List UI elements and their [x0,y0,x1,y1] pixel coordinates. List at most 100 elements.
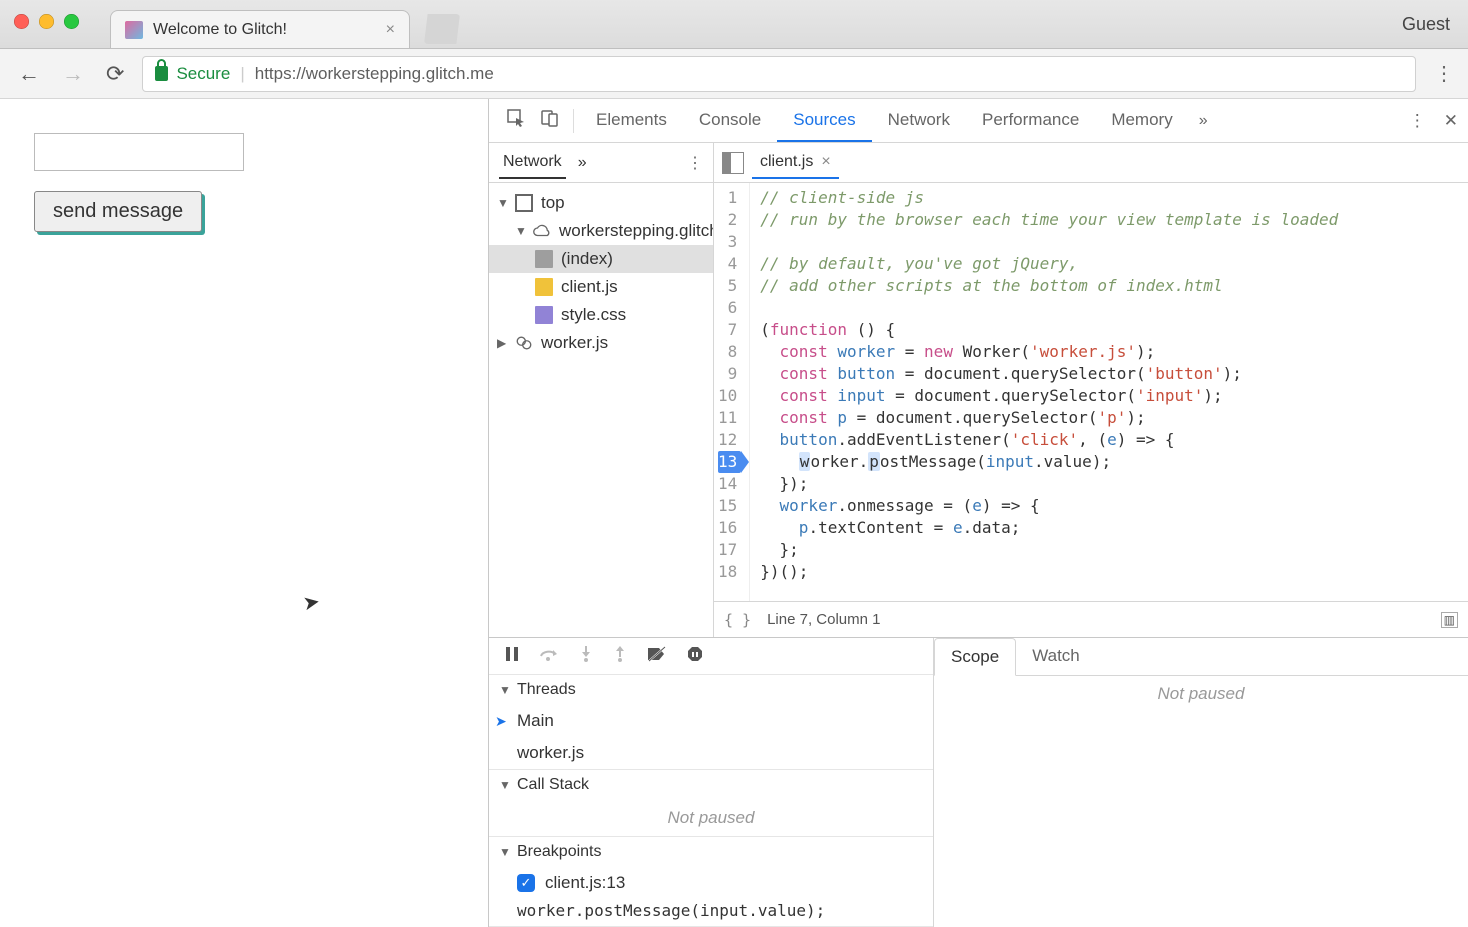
code-line[interactable] [760,297,1338,319]
disclosure-triangle-icon: ▼ [497,196,507,210]
new-tab-button[interactable] [424,14,460,44]
devtools-close-button[interactable]: ✕ [1444,111,1458,131]
watch-tab[interactable]: Watch [1016,638,1096,675]
tab-close-button[interactable]: × [386,21,395,39]
code-line[interactable]: // add other scripts at the bottom of in… [760,275,1338,297]
tree-node-worker[interactable]: ▶ worker.js [489,329,713,357]
devtools-settings-button[interactable]: ⋮ [1409,111,1426,131]
device-toolbar-button[interactable] [533,108,567,133]
devtools-tab-console[interactable]: Console [683,100,777,142]
line-number[interactable]: 8 [718,341,741,363]
step-into-button[interactable] [579,645,593,668]
send-message-button[interactable]: send message [34,191,202,232]
tree-node-index[interactable]: (index) [489,245,713,273]
devtools-tab-network[interactable]: Network [872,100,966,142]
toggle-navigator-button[interactable] [722,152,744,174]
threads-header[interactable]: ▼Threads [489,675,933,705]
navigator-more-tabs[interactable]: » [578,154,587,172]
devtools-tab-elements[interactable]: Elements [580,100,683,142]
breakpoint-item[interactable]: ✓ client.js:13 [489,867,933,899]
browser-menu-button[interactable]: ⋮ [1430,57,1458,90]
line-number[interactable]: 15 [718,495,741,517]
line-number[interactable]: 4 [718,253,741,275]
close-window-button[interactable] [14,14,29,29]
line-number[interactable]: 11 [718,407,741,429]
line-number[interactable]: 18 [718,561,741,583]
tree-label: (index) [561,249,613,269]
code-line[interactable]: })(); [760,561,1338,583]
editor-statusbar: { } Line 7, Column 1 ▥ [714,601,1468,637]
code-area[interactable]: 123456789101112131415161718 // client-si… [714,183,1468,601]
code-line[interactable]: // by default, you've got jQuery, [760,253,1338,275]
browser-tab[interactable]: Welcome to Glitch! × [110,10,410,48]
pause-on-exceptions-button[interactable] [687,646,703,667]
code-line[interactable]: }; [760,539,1338,561]
line-number[interactable]: 3 [718,231,741,253]
callstack-header[interactable]: ▼Call Stack [489,770,933,800]
thread-item-main[interactable]: Main [489,705,933,737]
address-bar[interactable]: Secure | https://workerstepping.glitch.m… [142,56,1416,92]
line-number[interactable]: 12 [718,429,741,451]
css-file-icon [535,306,553,324]
tree-node-stylecss[interactable]: style.css [489,301,713,329]
scope-tab[interactable]: Scope [934,638,1016,676]
code-line[interactable]: p.textContent = e.data; [760,517,1338,539]
line-number[interactable]: 1 [718,187,741,209]
step-out-button[interactable] [613,645,627,668]
message-input[interactable] [34,133,244,171]
line-number[interactable]: 17 [718,539,741,561]
minimize-window-button[interactable] [39,14,54,29]
pretty-print-button[interactable]: { } [724,611,751,629]
back-button[interactable]: ← [14,57,44,91]
code-line[interactable]: }); [760,473,1338,495]
code-line[interactable] [760,231,1338,253]
code-line[interactable]: const input = document.querySelector('in… [760,385,1338,407]
line-number[interactable]: 9 [718,363,741,385]
line-number[interactable]: 14 [718,473,741,495]
line-number[interactable]: 2 [718,209,741,231]
inspect-element-button[interactable] [499,108,533,133]
code-line[interactable]: worker.postMessage(input.value); [760,451,1338,473]
line-number[interactable]: 7 [718,319,741,341]
code-line[interactable]: const p = document.querySelector('p'); [760,407,1338,429]
line-number[interactable]: 13 [718,451,741,473]
editor-tab[interactable]: client.js × [752,147,839,179]
zoom-window-button[interactable] [64,14,79,29]
line-number[interactable]: 5 [718,275,741,297]
breakpoints-header[interactable]: ▼Breakpoints [489,837,933,867]
line-number[interactable]: 10 [718,385,741,407]
devtools-tab-performance[interactable]: Performance [966,100,1095,142]
breakpoint-checkbox[interactable]: ✓ [517,874,535,892]
tree-node-domain[interactable]: ▼ workerstepping.glitch [489,217,713,245]
editor-tab-close[interactable]: × [821,153,830,171]
line-gutter[interactable]: 123456789101112131415161718 [714,183,750,601]
pause-button[interactable] [505,646,519,667]
tree-node-top[interactable]: ▼ top [489,189,713,217]
thread-item-worker[interactable]: worker.js [489,737,933,769]
line-number[interactable]: 16 [718,517,741,539]
navigator-menu-button[interactable]: ⋮ [687,153,703,173]
code-line[interactable]: const worker = new Worker('worker.js'); [760,341,1338,363]
code-content[interactable]: // client-side js// run by the browser e… [750,183,1348,601]
tree-node-clientjs[interactable]: client.js [489,273,713,301]
navigator-subtab[interactable]: Network [499,147,566,179]
step-over-button[interactable] [539,646,559,667]
profile-label[interactable]: Guest [1402,14,1450,35]
deactivate-breakpoints-button[interactable] [647,646,667,667]
devtools-tab-memory[interactable]: Memory [1095,100,1188,142]
tree-label: style.css [561,305,626,325]
devtools-tab-sources[interactable]: Sources [777,100,871,142]
reload-button[interactable]: ⟳ [102,57,128,91]
code-line[interactable]: const button = document.querySelector('b… [760,363,1338,385]
connection-secure-badge[interactable]: Secure [155,64,230,84]
code-line[interactable]: button.addEventListener('click', (e) => … [760,429,1338,451]
code-line[interactable]: worker.onmessage = (e) => { [760,495,1338,517]
code-line[interactable]: // run by the browser each time your vie… [760,209,1338,231]
forward-button[interactable]: → [58,57,88,91]
more-tabs-button[interactable]: » [1199,112,1208,130]
code-line[interactable]: // client-side js [760,187,1338,209]
line-number[interactable]: 6 [718,297,741,319]
source-editor: client.js × 123456789101112131415161718 … [714,143,1468,637]
coverage-indicator-icon[interactable]: ▥ [1441,612,1458,628]
code-line[interactable]: (function () { [760,319,1338,341]
